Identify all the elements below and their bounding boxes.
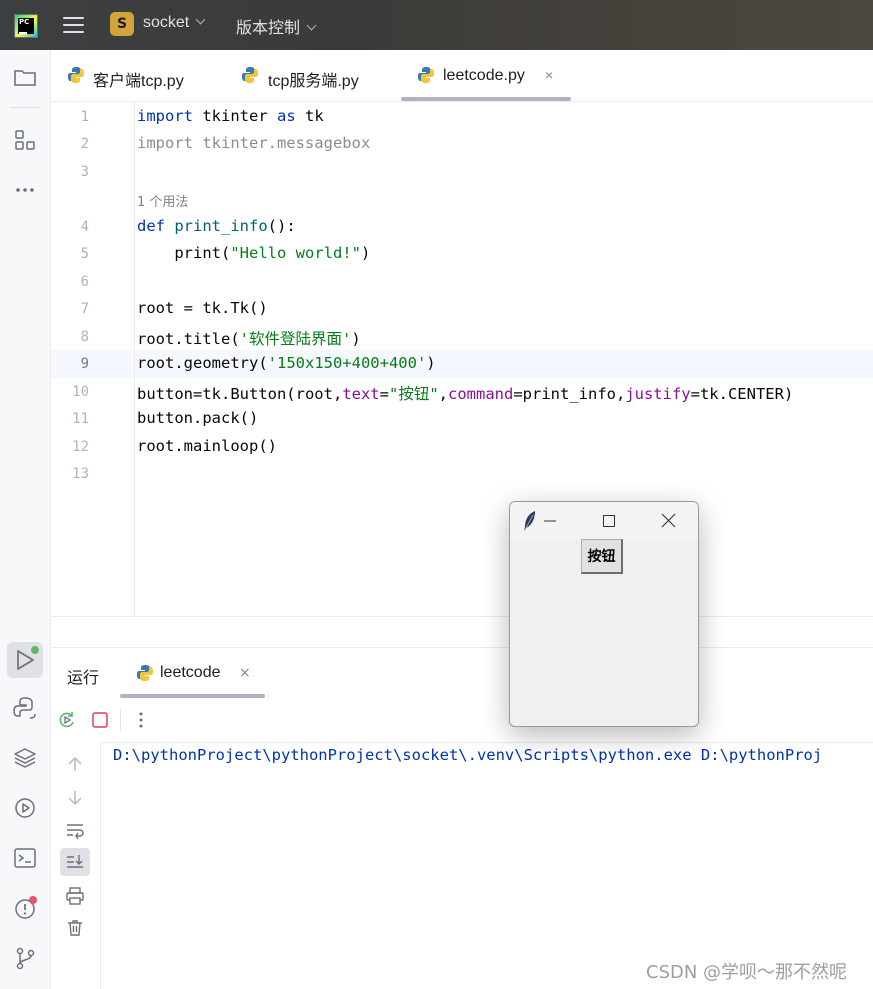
up-arrow-icon[interactable] bbox=[65, 754, 85, 774]
line-number: 9 bbox=[80, 356, 89, 372]
line-number: 8 bbox=[80, 329, 89, 345]
run-icon[interactable] bbox=[7, 642, 43, 678]
run-tab-leetcode[interactable]: leetcode bbox=[160, 664, 221, 682]
editor-tabs: 客户端tcp.py tcp服务端.py leetcode.py × bbox=[51, 50, 873, 102]
title-bar: PC S socket 版本控制 bbox=[0, 0, 873, 50]
maximize-icon[interactable] bbox=[602, 514, 616, 528]
python-file-icon bbox=[68, 67, 84, 83]
main-menu-icon[interactable] bbox=[63, 15, 85, 35]
tab-tcp-server[interactable]: tcp服务端.py bbox=[241, 50, 381, 101]
code-line: print("Hello world!") bbox=[137, 244, 371, 262]
project-badge[interactable]: S bbox=[110, 12, 134, 36]
line-number: 5 bbox=[80, 246, 89, 262]
code-line: def print_info(): bbox=[137, 217, 296, 235]
project-selector[interactable]: socket bbox=[143, 14, 206, 32]
trash-icon[interactable] bbox=[65, 918, 85, 938]
code-line: root.title('软件登陆界面') bbox=[137, 330, 361, 348]
line-number: 3 bbox=[80, 164, 89, 180]
run-toolbar bbox=[51, 698, 873, 743]
tab-client-tcp[interactable]: 客户端tcp.py bbox=[67, 50, 207, 101]
python-file-icon bbox=[137, 665, 153, 681]
terminal-icon[interactable] bbox=[10, 843, 40, 873]
left-tool-strip bbox=[0, 50, 51, 989]
tab-label: 客户端tcp.py bbox=[93, 73, 184, 90]
close-icon[interactable]: × bbox=[545, 67, 553, 83]
code-line: import tkinter as tk bbox=[137, 107, 324, 125]
tab-label: tcp服务端.py bbox=[268, 73, 359, 90]
git-icon[interactable] bbox=[10, 943, 40, 973]
code-line: button=tk.Button(root,text="按钮",command=… bbox=[137, 385, 794, 403]
line-number: 13 bbox=[72, 466, 89, 482]
run-panel-header: 运行 leetcode × bbox=[51, 647, 873, 699]
usage-hint[interactable]: 1 个用法 bbox=[137, 191, 188, 210]
tab-label: leetcode.py bbox=[443, 67, 525, 84]
services-icon[interactable] bbox=[10, 793, 40, 823]
tk-button[interactable]: 按钮 bbox=[581, 539, 623, 574]
vcs-label: 版本控制 bbox=[236, 20, 301, 37]
tk-window[interactable]: 按钮 bbox=[509, 501, 699, 727]
console-output[interactable]: D:\pythonProject\pythonProject\socket\.v… bbox=[113, 746, 822, 764]
active-tab-indicator bbox=[401, 97, 571, 101]
line-number: 11 bbox=[72, 411, 89, 427]
line-number: 7 bbox=[80, 301, 89, 317]
python-file-icon bbox=[418, 67, 434, 83]
line-gutter: 1 2 3 4 5 6 7 8 9 10 11 12 13 bbox=[51, 102, 135, 616]
project-folder-icon[interactable] bbox=[10, 62, 40, 92]
line-number: 10 bbox=[72, 384, 89, 400]
code-line: root = tk.Tk() bbox=[137, 299, 268, 317]
tk-feather-icon bbox=[524, 511, 535, 531]
problems-icon[interactable] bbox=[10, 893, 40, 923]
line-number: 6 bbox=[80, 274, 89, 290]
more-icon[interactable] bbox=[10, 175, 40, 205]
down-arrow-icon[interactable] bbox=[65, 788, 85, 808]
code-line: root.geometry('150x150+400+400') bbox=[137, 354, 436, 372]
tab-leetcode[interactable]: leetcode.py × bbox=[401, 50, 571, 101]
layers-icon[interactable] bbox=[10, 743, 40, 773]
run-side-toolbar bbox=[51, 742, 101, 989]
chevron-down-icon bbox=[195, 14, 206, 25]
vcs-menu[interactable]: 版本控制 bbox=[236, 14, 317, 38]
scroll-to-end-toggle[interactable] bbox=[60, 848, 90, 876]
more-icon[interactable] bbox=[131, 710, 151, 730]
line-number: 2 bbox=[80, 136, 89, 152]
rerun-icon[interactable] bbox=[57, 710, 77, 730]
pycharm-logo-icon[interactable]: PC bbox=[14, 14, 38, 38]
project-name: socket bbox=[143, 14, 190, 31]
watermark: CSDN @学呗～那不然呢 bbox=[646, 962, 848, 983]
line-number: 4 bbox=[80, 219, 89, 235]
editor-footer bbox=[51, 616, 873, 648]
tk-title-bar[interactable] bbox=[510, 502, 698, 540]
close-icon[interactable] bbox=[661, 513, 676, 528]
soft-wrap-icon[interactable] bbox=[65, 820, 85, 840]
line-number: 1 bbox=[80, 109, 89, 125]
code-line: import tkinter.messagebox bbox=[137, 134, 371, 152]
python-packages-icon[interactable] bbox=[10, 693, 40, 723]
print-icon[interactable] bbox=[65, 886, 85, 906]
scroll-to-end-icon bbox=[67, 855, 83, 868]
code-editor[interactable]: 1 2 3 4 5 6 7 8 9 10 11 12 13 import tki… bbox=[51, 102, 873, 616]
minimize-icon[interactable] bbox=[543, 514, 557, 528]
chevron-down-icon bbox=[306, 20, 317, 31]
structure-icon[interactable] bbox=[10, 125, 40, 155]
code-line: root.mainloop() bbox=[137, 437, 277, 455]
close-icon[interactable]: × bbox=[239, 665, 251, 681]
line-number: 12 bbox=[72, 439, 89, 455]
code-line: button.pack() bbox=[137, 409, 259, 427]
python-file-icon bbox=[242, 67, 258, 83]
stop-icon[interactable] bbox=[91, 711, 109, 729]
run-panel-title: 运行 bbox=[67, 668, 100, 687]
